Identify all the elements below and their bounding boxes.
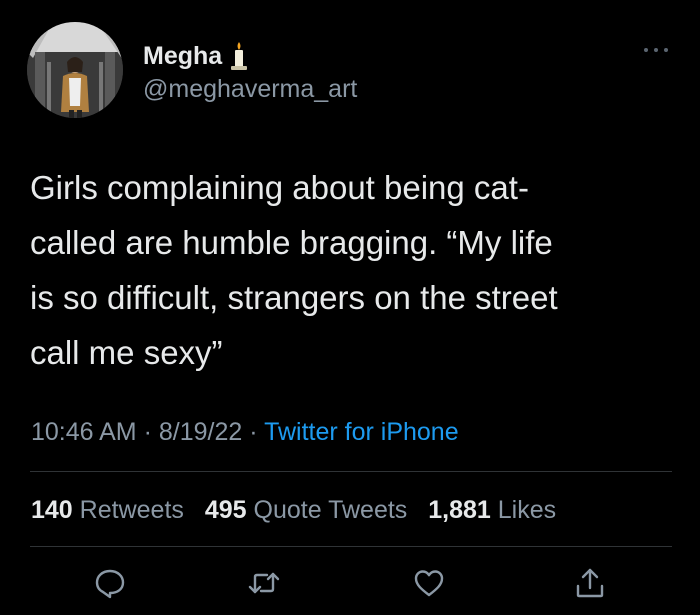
meta-separator: · <box>143 418 152 446</box>
tweet-date[interactable]: 8/19/22 <box>159 418 242 446</box>
share-icon[interactable] <box>573 566 607 600</box>
tweet-source-link[interactable]: Twitter for iPhone <box>264 418 459 446</box>
candle-icon <box>228 41 250 71</box>
divider <box>30 471 672 472</box>
retweets-label: Retweets <box>79 496 184 524</box>
user-handle[interactable]: @meghaverma_art <box>143 74 357 104</box>
display-name-row: Megha <box>143 40 250 72</box>
tweet-time[interactable]: 10:46 AM <box>31 418 137 446</box>
tweet-text-line: call me sexy” <box>30 334 223 371</box>
like-icon[interactable] <box>412 566 446 600</box>
display-name[interactable]: Megha <box>143 40 222 72</box>
avatar-image <box>27 22 123 118</box>
retweets-count: 140 <box>31 496 73 524</box>
tweet-card: Megha @meghaverma_art Girls complaining … <box>0 0 700 615</box>
reply-icon[interactable] <box>93 566 127 600</box>
quote-tweets-label: Quote Tweets <box>253 496 408 524</box>
avatar[interactable] <box>27 22 123 118</box>
tweet-meta: 10:46 AM · 8/19/22 · Twitter for iPhone <box>31 414 459 450</box>
likes-label: Likes <box>497 496 557 524</box>
likes-stat[interactable]: 1,881 Likes <box>428 496 556 524</box>
quote-tweets-count: 495 <box>204 496 247 524</box>
quote-tweets-stat[interactable]: 495 Quote Tweets <box>205 496 414 524</box>
meta-separator: · <box>249 418 258 446</box>
divider <box>30 546 672 547</box>
tweet-text-line: Girls complaining about being cat- <box>30 169 529 206</box>
retweet-icon[interactable] <box>247 566 281 600</box>
tweet-stats: 140 Retweets 495 Quote Tweets 1,881 Like… <box>31 493 570 527</box>
tweet-text-line: is so difficult, strangers on the street <box>30 279 558 316</box>
retweets-stat[interactable]: 140 Retweets <box>31 496 191 524</box>
likes-count: 1,881 <box>428 496 491 524</box>
tweet-text-line: called are humble bragging. “My life <box>30 224 553 261</box>
tweet-text: Girls complaining about being cat- calle… <box>30 160 680 380</box>
more-options-icon[interactable] <box>641 42 671 58</box>
